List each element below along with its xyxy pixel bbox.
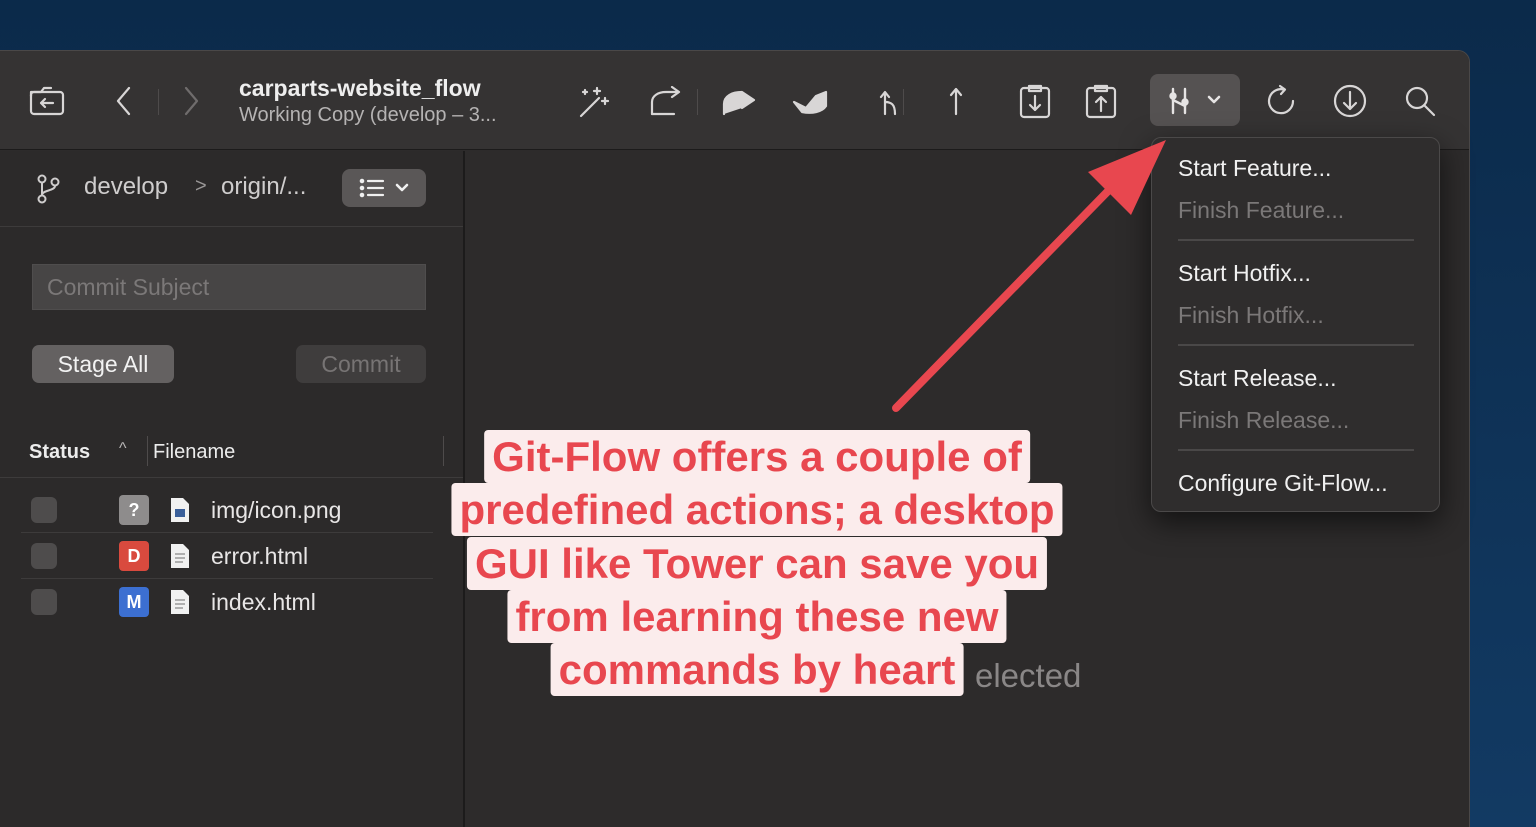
annotation-line: GUI like Tower can save you [466, 537, 1048, 590]
annotation-arrow [892, 140, 1166, 412]
annotation-line: commands by heart [550, 643, 964, 696]
annotation-line: Git-Flow offers a couple of [484, 430, 1030, 483]
annotation-line: from learning these new [507, 590, 1007, 643]
annotation-line: predefined actions; a desktop [451, 483, 1063, 536]
annotation-callout: Git-Flow offers a couple of predefined a… [430, 428, 1084, 698]
